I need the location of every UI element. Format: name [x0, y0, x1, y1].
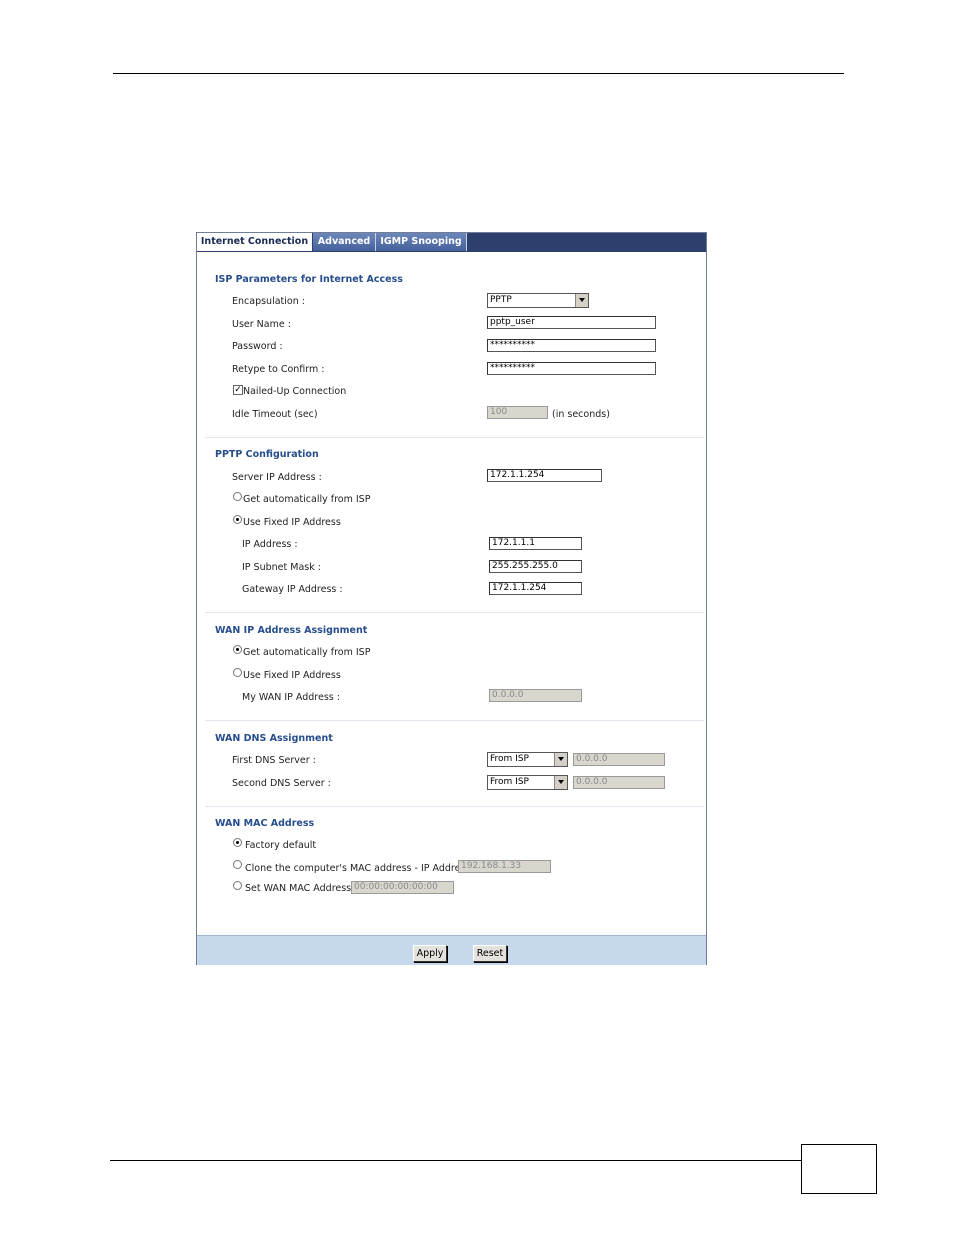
second-dns-input[interactable]: 0.0.0.0 [573, 776, 665, 789]
mac-factory-radio[interactable] [233, 838, 242, 847]
pptp-section-title: PPTP Configuration [215, 449, 319, 460]
pptp-gateway-label: Gateway IP Address : [242, 584, 343, 595]
page-number-box [801, 1144, 877, 1194]
my-wan-ip-input[interactable]: 0.0.0.0 [489, 689, 582, 702]
encapsulation-value: PPTP [490, 295, 512, 305]
chevron-down-icon [575, 294, 588, 307]
idle-timeout-label: Idle Timeout (sec) [232, 409, 318, 420]
first-dns-input[interactable]: 0.0.0.0 [573, 753, 665, 766]
first-dns-mode-select[interactable]: From ISP [487, 752, 568, 767]
mac-factory-label: Factory default [245, 840, 317, 851]
idle-timeout-input[interactable]: 100 [487, 406, 548, 419]
wan-ip-fixed-radio[interactable] [233, 668, 242, 677]
page-header-rule [113, 73, 844, 74]
my-wan-ip-label: My WAN IP Address : [242, 692, 340, 703]
mac-set-radio[interactable] [233, 881, 242, 890]
internet-connection-panel: Internet Connection Advanced IGMP Snoopi… [196, 232, 707, 965]
password-label: Password : [232, 341, 283, 352]
page-footer-rule [110, 1160, 802, 1161]
pptp-ip-input[interactable]: 172.1.1.1 [489, 537, 582, 550]
username-input[interactable]: pptp_user [487, 316, 656, 329]
wan-ip-auto-radio[interactable] [233, 645, 242, 654]
second-dns-label: Second DNS Server : [232, 778, 331, 789]
nailed-up-checkbox[interactable]: ✓ [233, 385, 243, 395]
server-ip-label: Server IP Address : [232, 472, 322, 483]
first-dns-label: First DNS Server : [232, 755, 316, 766]
server-ip-input[interactable]: 172.1.1.254 [487, 469, 602, 482]
mac-clone-label: Clone the computer's MAC address - IP Ad… [245, 863, 471, 874]
pptp-fixed-label: Use Fixed IP Address [243, 517, 341, 528]
mac-set-input[interactable]: 00:00:00:00:00:00 [351, 881, 454, 894]
mac-clone-ip-input[interactable]: 192.168.1.33 [458, 860, 551, 873]
password-input[interactable]: ********** [487, 339, 656, 352]
pptp-auto-radio[interactable] [233, 492, 242, 501]
chevron-down-icon [554, 776, 567, 789]
username-label: User Name : [232, 319, 291, 330]
form-footer: Apply Reset [197, 935, 706, 965]
pptp-mask-label: IP Subnet Mask : [242, 562, 321, 573]
second-dns-mode-value: From ISP [490, 777, 529, 787]
mac-clone-radio[interactable] [233, 860, 242, 869]
first-dns-mode-value: From ISP [490, 754, 529, 764]
section-divider [205, 437, 704, 438]
wan-dns-section-title: WAN DNS Assignment [215, 733, 333, 744]
encapsulation-select[interactable]: PPTP [487, 293, 589, 308]
chevron-down-icon [554, 753, 567, 766]
tab-underline [197, 251, 706, 252]
pptp-auto-label: Get automatically from ISP [243, 494, 371, 505]
idle-timeout-unit: (in seconds) [552, 409, 610, 420]
section-divider [205, 612, 704, 613]
reset-button[interactable]: Reset [473, 945, 507, 962]
apply-button[interactable]: Apply [413, 945, 447, 962]
tab-bar: Internet Connection Advanced IGMP Snoopi… [197, 233, 706, 251]
wan-mac-section-title: WAN MAC Address [215, 818, 315, 829]
wan-ip-fixed-label: Use Fixed IP Address [243, 670, 341, 681]
pptp-mask-input[interactable]: 255.255.255.0 [489, 560, 582, 573]
isp-section-title: ISP Parameters for Internet Access [215, 274, 403, 285]
tab-igmp-snooping[interactable]: IGMP Snooping [376, 233, 467, 251]
pptp-fixed-radio[interactable] [233, 515, 242, 524]
retype-password-label: Retype to Confirm : [232, 364, 325, 375]
encapsulation-label: Encapsulation : [232, 296, 305, 307]
section-divider [205, 720, 704, 721]
second-dns-mode-select[interactable]: From ISP [487, 775, 568, 790]
pptp-gateway-input[interactable]: 172.1.1.254 [489, 582, 582, 595]
section-divider [205, 806, 704, 807]
mac-set-label: Set WAN MAC Address [245, 883, 352, 894]
tab-internet-connection[interactable]: Internet Connection [197, 233, 313, 251]
retype-password-input[interactable]: ********** [487, 362, 656, 375]
wan-ip-auto-label: Get automatically from ISP [243, 647, 371, 658]
pptp-ip-label: IP Address : [242, 539, 298, 550]
wan-ip-section-title: WAN IP Address Assignment [215, 625, 368, 636]
nailed-up-label: Nailed-Up Connection [243, 386, 347, 397]
tab-advanced[interactable]: Advanced [313, 233, 376, 251]
